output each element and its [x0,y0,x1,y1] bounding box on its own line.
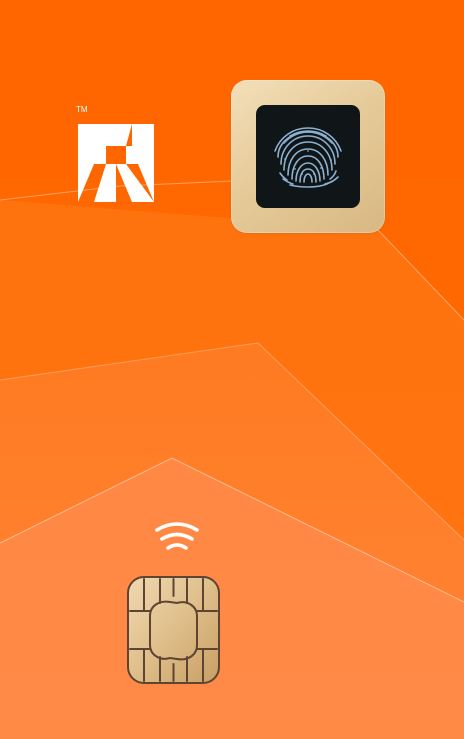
fingerprint-icon [274,127,342,188]
brand-logo-icon [78,124,154,202]
trademark-label: TM [76,105,88,114]
payment-card: TM [0,0,464,739]
contactless-icon [155,522,199,550]
emv-chip-icon [127,576,220,684]
fingerprint-pad [256,105,360,208]
fingerprint-sensor [231,80,385,233]
